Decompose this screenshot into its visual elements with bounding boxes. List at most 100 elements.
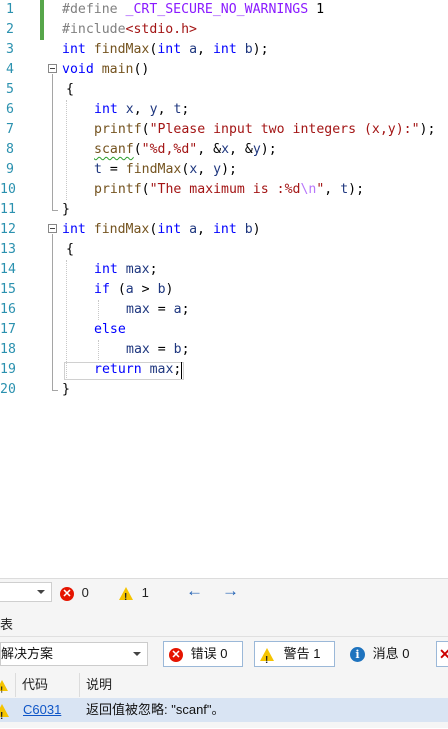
code-line[interactable]: 2 #include<stdio.h> [0,20,448,40]
clear-filter-icon[interactable]: ✕ [436,641,448,667]
line-number: 9 [6,162,14,177]
code-text: int max; [94,262,158,277]
line-number: 6 [6,102,14,117]
line-number: 18 [0,342,16,357]
code-text: { [66,82,74,97]
code-text: void main() [62,62,150,77]
panel-title: 表 [0,617,14,632]
code-line[interactable]: 7 printf("Please input two integers (x,y)… [0,120,448,140]
code-line[interactable]: 13 { [0,240,448,260]
chevron-down-icon [37,590,45,594]
code-text: scanf("%d,%d", &x, &y); [94,142,277,157]
code-line[interactable]: 8 scanf("%d,%d", &x, &y); [0,140,448,160]
line-number: 2 [6,22,14,37]
warning-icon [119,587,133,608]
line-number: 14 [0,262,16,277]
current-line-highlight [64,362,184,380]
column-separator[interactable] [79,673,80,697]
line-number: 1 [6,2,14,17]
collapse-icon[interactable] [48,224,57,233]
column-header-description[interactable]: 说明 [86,673,112,697]
line-number: 13 [0,242,16,257]
code-text: { [66,242,74,257]
code-text: max = a; [126,302,190,317]
code-line[interactable]: 5{ [0,80,448,100]
code-line[interactable]: 16 max = a; [0,300,448,320]
indent-guide [66,100,67,200]
line-number: 20 [0,382,16,397]
code-line[interactable]: 20} [0,380,448,400]
code-line[interactable]: 17 else [0,320,448,340]
code-line[interactable]: 18 max = b; [0,340,448,360]
arrow-right-icon[interactable]: → [222,581,239,601]
code-line[interactable]: 15 if (a > b) [0,280,448,300]
divider [0,636,448,637]
code-text: int findMax(int a, int b) [62,222,261,237]
code-text: #define _CRT_SECURE_NO_WARNINGS 1 [62,2,325,17]
line-number: 8 [6,142,14,157]
code-line[interactable]: 1 #define _CRT_SECURE_NO_WARNINGS 1 [0,0,448,20]
code-text: int findMax(int a, int b); [62,42,269,57]
code-line[interactable]: 4 void main() [0,60,448,80]
code-line[interactable]: 11} [0,200,448,220]
column-separator[interactable] [15,673,16,697]
error-icon: ✕ [60,586,74,601]
code-line[interactable]: 3 int findMax(int a, int b); [0,40,448,60]
messages-filter-button[interactable]: i 消息 0 [344,641,426,667]
code-line[interactable]: 9 t = findMax(x, y); [0,160,448,180]
warning-count-indicator[interactable]: 1 [119,583,149,608]
collapse-icon[interactable] [48,64,57,73]
fold-end-marker [52,210,58,211]
indent-guide [98,300,99,320]
chevron-down-icon [133,652,141,656]
warning-icon [260,648,274,673]
arrow-left-icon[interactable]: ← [186,581,203,601]
scope-select[interactable]: 解决方案 [0,642,148,666]
line-number: 7 [6,122,14,137]
errors-filter-button[interactable]: ✕ 错误 0 [163,641,243,667]
code-editor[interactable]: 1 #define _CRT_SECURE_NO_WARNINGS 1 2 #incl… [0,0,448,578]
zoom-dropdown[interactable] [0,582,52,602]
warning-icon [0,679,8,701]
table-header: 代码 说明 [0,673,448,701]
error-icon: ✕ [169,647,183,662]
line-number: 12 [0,222,16,237]
column-header-code[interactable]: 代码 [22,673,48,697]
table-row[interactable]: C6031 返回值被忽略: "scanf"。 [0,698,448,729]
fold-guide-main [52,74,53,210]
error-count-indicator[interactable]: ✕ 0 [60,583,89,603]
warning-icon [0,704,9,729]
info-icon: i [350,647,365,663]
errors-filter-label: 错误 0 [190,646,228,661]
code-line[interactable]: 6 int x, y, t; [0,100,448,120]
line-number: 17 [0,322,16,337]
fold-end-marker [52,390,58,391]
code-line[interactable]: 10 printf("The maximum is :%d\n", t); [0,180,448,200]
code-line[interactable]: 12 int findMax(int a, int b) [0,220,448,240]
indent-guide [98,340,99,360]
code-text: if (a > b) [94,282,174,297]
code-text: int x, y, t; [94,102,190,117]
line-number: 10 [0,182,16,197]
line-number: 3 [6,42,14,57]
warnings-filter-button[interactable]: 警告 1 [254,641,335,673]
code-text: } [62,382,70,397]
code-text: t = findMax(x, y); [94,162,237,177]
line-number: 4 [6,62,14,77]
editor-status-bar: ✕ 0 1 ← → [0,578,448,608]
text-caret [181,362,182,379]
error-count: 0 [81,585,89,600]
warning-count: 1 [141,585,149,600]
fold-guide-findmax [52,234,53,390]
line-number: 11 [0,202,16,217]
code-line[interactable]: 14 int max; [0,260,448,280]
code-text: printf("Please input two integers (x,y):… [94,122,436,137]
code-text: #include<stdio.h> [62,22,197,37]
code-text: else [94,322,126,337]
error-description: 返回值被忽略: "scanf"。 [86,702,225,717]
line-number: 16 [0,302,16,317]
scope-value: 解决方案 [1,646,54,661]
messages-filter-label: 消息 0 [372,646,410,661]
error-code-link[interactable]: C6031 [23,698,61,722]
line-number: 15 [0,282,16,297]
